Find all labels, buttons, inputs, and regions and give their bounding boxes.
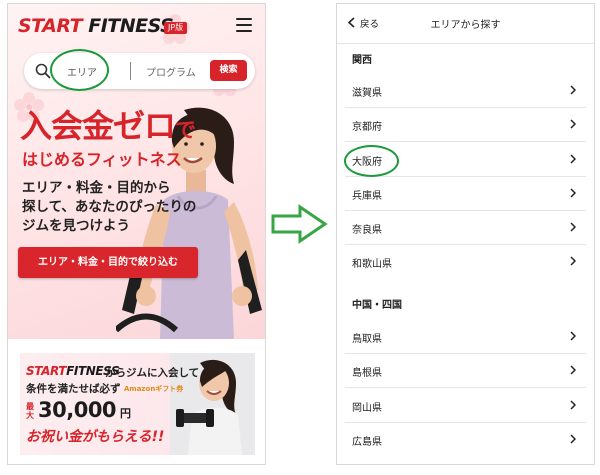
prefecture-row-hiroshima[interactable]: 広島県: [337, 423, 594, 457]
chevron-right-icon: [570, 434, 576, 444]
hero-headline-suffix: で: [175, 118, 197, 142]
hero-headline-text: 入会金ゼロ: [20, 107, 176, 145]
chevron-right-icon: [570, 119, 576, 129]
prefecture-label: 奈良県: [352, 225, 382, 236]
max-label: 最大: [26, 402, 34, 420]
promo-text-line2: 条件を満たせば必ず: [26, 383, 121, 395]
prefecture-row-tottori[interactable]: 鳥取県: [337, 320, 594, 354]
chevron-right-icon: [570, 85, 576, 95]
prefecture-row-nara[interactable]: 奈良県: [337, 211, 594, 245]
chevron-right-icon: [570, 222, 576, 232]
hero-headline: 入会金ゼロで: [20, 107, 196, 149]
filter-by-area-price-goal-button[interactable]: エリア・料金・目的で絞り込む: [18, 247, 198, 278]
reward-amount: 30,000: [38, 398, 117, 422]
region-header-chugoku-shikoku: 中国・四国: [352, 300, 402, 311]
promo-text-line3: お祝い金がもらえる!!: [26, 429, 165, 445]
program-search-field[interactable]: プログラム: [146, 64, 196, 79]
chevron-right-icon: [570, 331, 576, 341]
hero-body-copy: エリア・料金・目的から 探して、あなたのぴったりの ジムを見つけよう: [22, 179, 197, 236]
reward-amount-unit: 円: [120, 407, 131, 420]
prefecture-row-okayama[interactable]: 岡山県: [337, 389, 594, 423]
search-button[interactable]: 検索: [210, 60, 247, 81]
promo-text-line1: からジムに入会して: [105, 367, 200, 379]
site-header: START FITNESS JP版: [8, 4, 265, 44]
search-divider: [130, 62, 131, 80]
prefecture-label: 和歌山県: [352, 259, 392, 270]
logo-text-start: START: [18, 15, 83, 37]
hero-body-line: エリア・料金・目的から: [22, 180, 171, 196]
prefecture-row-wakayama[interactable]: 和歌山県: [337, 245, 594, 279]
promo-logo-start: START: [26, 364, 67, 378]
hero-body-line: 探して、あなたのぴったりの: [22, 199, 197, 215]
chevron-right-icon: [570, 400, 576, 410]
search-icon[interactable]: [35, 63, 51, 79]
prefecture-label: 広島県: [352, 437, 382, 448]
prefecture-label: 島根県: [352, 368, 382, 379]
prefecture-row-shimane[interactable]: 島根県: [337, 354, 594, 388]
prefecture-row-kyoto[interactable]: 京都府: [337, 108, 594, 142]
right-phone-screen: 戻る エリアから探す 関西 滋賀県 京都府 大阪府 兵庫県 奈良県 和歌山県 中…: [336, 3, 595, 465]
chevron-right-icon: [570, 365, 576, 375]
chevron-right-icon: [570, 188, 576, 198]
chevron-right-icon: [570, 256, 576, 266]
area-highlight-annotation: [50, 49, 109, 91]
prefecture-label: 兵庫県: [352, 191, 382, 202]
prefecture-row-hyogo[interactable]: 兵庫県: [337, 177, 594, 211]
nav-bar: 戻る エリアから探す: [337, 4, 594, 44]
logo-text-fitness: FITNESS: [82, 15, 174, 37]
hero-section: START FITNESS JP版 エリア プログラム 検索 入会金ゼロで はじ…: [8, 4, 265, 339]
chevron-right-icon: [570, 154, 576, 164]
osaka-highlight-annotation: [344, 145, 399, 177]
promo-banner[interactable]: STARTFITNESS からジムに入会して 条件を満たせば必ず Amazonギ…: [20, 353, 255, 455]
brand-logo[interactable]: START FITNESS: [18, 15, 174, 37]
prefecture-label: 滋賀県: [352, 88, 382, 99]
page-title: エリアから探す: [430, 20, 501, 31]
amazon-gift-label: Amazonギフト券: [124, 385, 184, 393]
jp-version-badge: JP版: [164, 22, 188, 34]
hero-body-line: ジムを見つけよう: [22, 218, 130, 234]
region-header-kansai: 関西: [352, 55, 372, 66]
prefecture-row-shiga[interactable]: 滋賀県: [337, 74, 594, 108]
left-phone-screen: START FITNESS JP版 エリア プログラム 検索 入会金ゼロで はじ…: [7, 3, 266, 465]
hamburger-menu-icon[interactable]: [236, 18, 252, 32]
prefecture-label: 岡山県: [352, 403, 382, 414]
hero-subheadline: はじめるフィットネス: [22, 150, 182, 169]
right-arrow-icon: [271, 204, 328, 244]
prefecture-label: 鳥取県: [352, 334, 382, 345]
prefecture-label: 京都府: [352, 122, 382, 133]
